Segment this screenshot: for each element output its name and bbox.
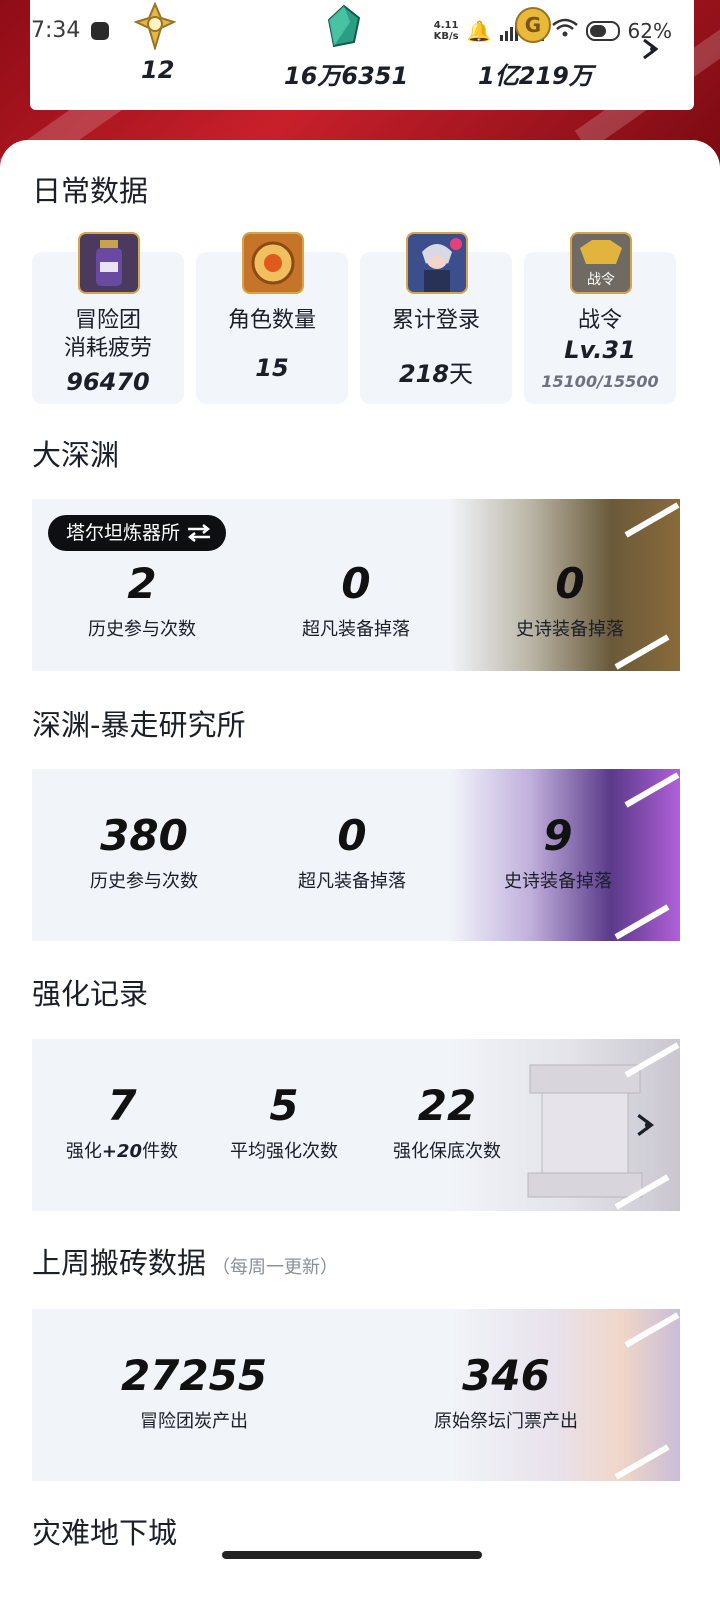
calamity-title: 灾难地下城 [32, 1516, 178, 1550]
currency-1-value: 12 [141, 56, 175, 84]
weekly-stat-tickets: 346 原始祭坛门票产出 [434, 1351, 578, 1432]
svg-text:G: G [525, 13, 541, 37]
weekly-banner: 27255 冒险团炭产出 346 原始祭坛门票产出 [32, 1309, 680, 1481]
swap-icon [188, 524, 211, 542]
battle-pass-level: Lv.31 [564, 336, 636, 364]
rampage-stat-transcendent: 0 超凡装备掉落 [298, 811, 406, 892]
abyss-title: 大深渊 [32, 438, 120, 472]
abyss-stat-participation: 2 历史参与次数 [88, 559, 196, 640]
daily-title: 日常数据 [32, 174, 149, 208]
battle-pass-progress: 15100/15500 [541, 372, 659, 391]
enhance-banner[interactable]: 7 强化+20件数 5 平均强化次数 22 强化保底次数 [32, 1039, 680, 1211]
currency-2-value: 16万6351 [284, 62, 409, 90]
daily-tile-battlepass: 战令 战令 Lv.31 15100/15500 [524, 232, 676, 404]
login-character-icon [406, 232, 468, 294]
fatigue-value: 96470 [66, 368, 150, 396]
weekly-stat-carbon: 27255 冒险团炭产出 [120, 1351, 268, 1432]
weekly-note: （每周一更新） [212, 1257, 339, 1278]
home-indicator[interactable] [222, 1551, 482, 1559]
status-time: 7:34 [31, 18, 81, 43]
network-speed: 4.11 KB/s [433, 19, 459, 42]
enhance-stat-pity: 22 强化保底次数 [393, 1081, 501, 1162]
green-crystal-icon [327, 4, 361, 48]
weekly-title: 上周搬砖数据 （每周一更新） [32, 1246, 339, 1280]
svg-text:战令: 战令 [587, 272, 615, 288]
gold-emblem-icon [134, 2, 176, 50]
fatigue-potion-icon [78, 232, 140, 294]
daily-tile-characters: 角色数量 15 [196, 232, 348, 404]
chevron-right-icon[interactable] [634, 1111, 662, 1139]
daily-tile-login: 累计登录 218天 [360, 232, 512, 404]
chevron-right-icon[interactable] [640, 36, 666, 62]
abyss-banner: 塔尔坦炼器所 2 历史参与次数 0 超凡装备掉落 0 史诗装备掉落 [32, 499, 680, 671]
dungeon-selector-button[interactable]: 塔尔坦炼器所 [48, 515, 227, 551]
character-medal-icon [242, 232, 304, 294]
gold-coin-icon: G [515, 7, 551, 43]
battery-icon [585, 20, 620, 41]
enhance-title: 强化记录 [32, 977, 149, 1011]
rampage-stat-participation: 380 历史参与次数 [90, 811, 198, 892]
abyss-stat-epic: 0 史诗装备掉落 [516, 559, 624, 640]
currency-3-value: 1亿219万 [478, 62, 593, 90]
character-count-value: 15 [255, 354, 289, 382]
battle-pass-icon: 战令 [570, 232, 632, 294]
abyss-stat-transcendent: 0 超凡装备掉落 [302, 559, 410, 640]
bell-icon: 🔔 [466, 18, 492, 43]
login-days-value: 218天 [398, 360, 474, 388]
wifi-icon [551, 18, 578, 43]
rampage-stat-epic: 9 史诗装备掉落 [504, 811, 612, 892]
app-notification-icon [91, 22, 109, 40]
rampage-title: 深渊-暴走研究所 [32, 708, 246, 742]
rampage-banner: 380 历史参与次数 0 超凡装备掉落 9 史诗装备掉落 [32, 769, 680, 941]
status-icons: 4.11 KB/s 🔔 62% [434, 18, 672, 43]
daily-tile-fatigue: 冒险团 消耗疲劳 96470 [32, 232, 184, 404]
